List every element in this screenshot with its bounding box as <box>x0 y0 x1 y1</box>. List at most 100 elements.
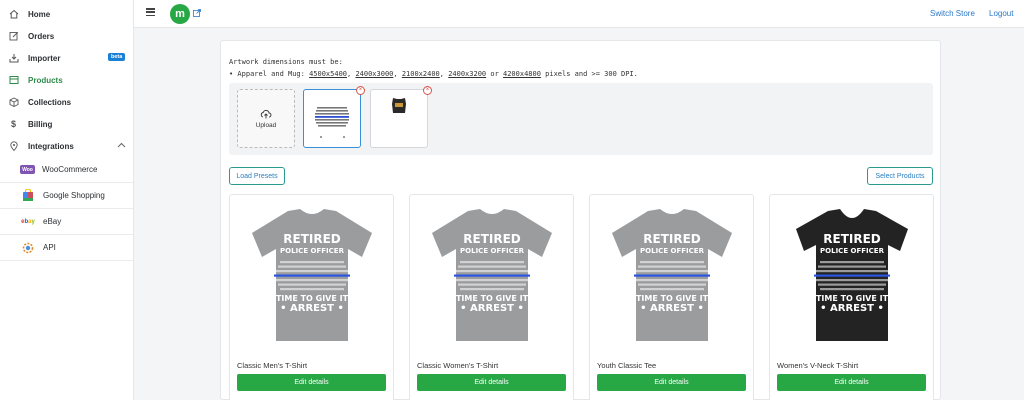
sidebar-item-importer[interactable]: Importer beta <box>0 47 133 69</box>
google-shopping-icon <box>20 189 36 202</box>
beta-badge: beta <box>108 53 126 61</box>
shirt-design-text: • ARREST • <box>460 303 524 314</box>
flag-stripe <box>816 270 888 273</box>
shirt-design-text: RETIRED <box>463 232 521 246</box>
flag-stripe <box>280 288 344 291</box>
vneck-mockup-image: RETIREDPOLICE OFFICER TIME TO GIVE IT• AR… <box>796 209 908 341</box>
flag-stripe <box>820 288 884 291</box>
size-link[interactable]: 2400x3200 <box>448 70 486 78</box>
tshirt-mockup-image: RETIREDPOLICE OFFICER TIME TO GIVE IT• AR… <box>252 209 372 341</box>
flag-stripe <box>276 270 348 273</box>
edit-details-button[interactable]: Edit details <box>777 374 926 391</box>
sidebar-item-label: API <box>43 243 56 252</box>
artwork-gallery: Upload × × <box>229 83 933 155</box>
flag-stripe <box>636 279 708 282</box>
woocommerce-logo-icon: Woo <box>20 165 35 174</box>
upload-label: Upload <box>255 121 277 129</box>
flag-stripe <box>280 261 344 264</box>
artwork-thumbnail[interactable]: × <box>303 86 365 148</box>
external-link-icon[interactable] <box>193 9 201 17</box>
artwork-dimensions-text: Artwork dimensions must be: • Apparel an… <box>229 56 638 80</box>
dollar-icon: $ <box>10 119 16 129</box>
chevron-up-icon[interactable] <box>117 141 126 150</box>
sidebar-item-label: eBay <box>43 217 62 226</box>
product-name: Classic Women's T-Shirt <box>417 361 499 370</box>
product-name: Youth Classic Tee <box>597 361 657 370</box>
tshirt-mockup-image: RETIREDPOLICE OFFICER TIME TO GIVE IT• AR… <box>612 209 732 341</box>
shirt-design-text: POLICE OFFICER <box>820 247 885 255</box>
flag-stripe <box>276 279 348 282</box>
shirt-design-text: • ARREST • <box>820 303 884 314</box>
flag-stripe <box>274 274 350 277</box>
sidebar-item-label: Home <box>28 9 51 19</box>
remove-artwork-icon[interactable]: × <box>356 86 365 95</box>
size-link[interactable]: 2400x3000 <box>355 70 393 78</box>
flag-stripe <box>456 270 528 273</box>
flag-stripe <box>278 283 346 286</box>
sidebar-item-label: WooCommerce <box>42 165 98 174</box>
flag-stripe <box>456 279 528 282</box>
sidebar-item-label: Billing <box>28 119 53 129</box>
hamburger-menu-icon[interactable] <box>146 8 155 16</box>
sidebar-item-integrations[interactable]: Integrations <box>0 135 133 157</box>
flag-stripe <box>820 261 884 264</box>
product-name: Classic Men's T-Shirt <box>237 361 308 370</box>
product-card: RETIRED POLICE OFFICER TIME TO GIVE IT • AR… <box>769 194 934 400</box>
sidebar-item-api[interactable]: API <box>0 235 133 261</box>
flag-stripe <box>638 265 706 268</box>
switch-store-link[interactable]: Switch Store <box>930 9 975 18</box>
home-icon <box>8 9 19 20</box>
sidebar-item-woocommerce[interactable]: Woo WooCommerce <box>0 157 133 183</box>
shirt-design-text: RETIRED <box>283 232 341 246</box>
dimensions-heading: Artwork dimensions must be: <box>229 58 343 66</box>
size-link[interactable]: 4200x4800 <box>503 70 541 78</box>
flag-stripe <box>816 279 888 282</box>
sidebar-item-label: Products <box>28 75 63 85</box>
edit-details-button[interactable]: Edit details <box>597 374 746 391</box>
edit-icon <box>8 31 19 42</box>
sidebar-item-label: Integrations <box>28 141 74 151</box>
flag-stripe <box>818 283 886 286</box>
api-gear-icon <box>20 242 36 254</box>
location-pin-icon <box>8 141 19 152</box>
shirt-design-text: TIME TO GIVE IT <box>816 294 889 303</box>
product-name: Women's V-Neck T-Shirt <box>777 361 859 370</box>
ebay-logo-icon: ebay <box>21 218 35 225</box>
vest-artwork-image <box>392 98 406 113</box>
select-products-button[interactable]: Select Products <box>867 167 933 185</box>
flag-stripe <box>458 283 526 286</box>
shirt-design-text: POLICE OFFICER <box>280 247 345 255</box>
sidebar: Home Orders Importer beta Products Colle… <box>0 0 134 400</box>
shirt-design-text: POLICE OFFICER <box>640 247 705 255</box>
flag-stripe <box>640 261 704 264</box>
load-presets-button[interactable]: Load Presets <box>229 167 285 185</box>
flag-stripe <box>458 265 526 268</box>
artwork-thumbnail[interactable]: × <box>370 86 432 148</box>
sidebar-item-ebay[interactable]: ebay eBay <box>0 209 133 235</box>
import-icon <box>8 53 19 64</box>
remove-artwork-icon[interactable]: × <box>423 86 432 95</box>
upload-button[interactable]: Upload <box>237 89 295 148</box>
sidebar-item-home[interactable]: Home <box>0 3 133 25</box>
shirt-design-text: RETIRED <box>823 232 881 246</box>
flag-stripe <box>638 283 706 286</box>
edit-details-button[interactable]: Edit details <box>237 374 386 391</box>
shirt-design-text: TIME TO GIVE IT <box>276 294 349 303</box>
logout-link[interactable]: Logout <box>989 9 1013 18</box>
size-link[interactable]: 2100x2400 <box>402 70 440 78</box>
flag-stripe <box>278 265 346 268</box>
sidebar-item-billing[interactable]: $ Billing <box>0 113 133 135</box>
tshirt-mockup-image: RETIREDPOLICE OFFICER TIME TO GIVE IT• AR… <box>432 209 552 341</box>
flag-stripe <box>636 270 708 273</box>
size-link[interactable]: 4500x5400 <box>309 70 347 78</box>
sidebar-item-products[interactable]: Products <box>0 69 133 91</box>
shirt-design-text: TIME TO GIVE IT <box>636 294 709 303</box>
sidebar-item-google-shopping[interactable]: Google Shopping <box>0 183 133 209</box>
brand-logo[interactable]: m <box>170 4 190 24</box>
edit-details-button[interactable]: Edit details <box>417 374 566 391</box>
sidebar-item-orders[interactable]: Orders <box>0 25 133 47</box>
shirt-design-text: • ARREST • <box>640 303 704 314</box>
sidebar-item-collections[interactable]: Collections <box>0 91 133 113</box>
flag-stripe <box>634 274 710 277</box>
sidebar-item-label: Google Shopping <box>43 191 105 200</box>
